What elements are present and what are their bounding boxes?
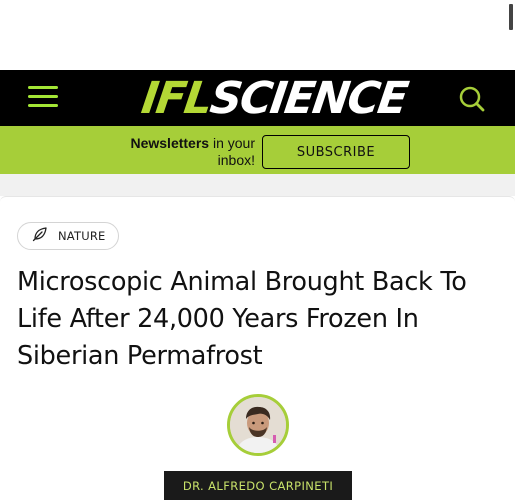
- top-whitespace: [0, 0, 515, 70]
- site-logo[interactable]: IFL SCIENCE: [138, 73, 410, 124]
- author-avatar[interactable]: [227, 394, 289, 456]
- section-divider: [0, 174, 515, 196]
- logo-science-text: SCIENCE: [206, 73, 410, 124]
- article-card: NATURE Microscopic Animal Brought Back T…: [0, 196, 515, 500]
- newsletter-label: Newsletters: [130, 135, 210, 151]
- leaf-icon: [32, 226, 48, 247]
- search-icon[interactable]: [458, 85, 486, 113]
- scrollbar-thumb[interactable]: [509, 4, 513, 30]
- article-title: Microscopic Animal Brought Back To Life …: [17, 267, 467, 371]
- category-tag[interactable]: NATURE: [17, 222, 120, 250]
- newsletter-line1: in your: [209, 135, 255, 151]
- newsletter-banner: Newsletters in your inbox! SUBSCRIBE: [0, 126, 515, 174]
- author-name[interactable]: DR. ALFREDO CARPINETI: [164, 471, 352, 500]
- site-header: IFL SCIENCE: [0, 70, 515, 126]
- newsletter-line2: inbox!: [217, 152, 255, 168]
- category-label: NATURE: [58, 229, 106, 243]
- logo-ifl-text: IFL: [138, 73, 215, 124]
- hamburger-menu-icon[interactable]: [28, 84, 58, 110]
- subscribe-button[interactable]: SUBSCRIBE: [262, 135, 410, 169]
- newsletter-text: Newsletters in your inbox!: [130, 135, 255, 169]
